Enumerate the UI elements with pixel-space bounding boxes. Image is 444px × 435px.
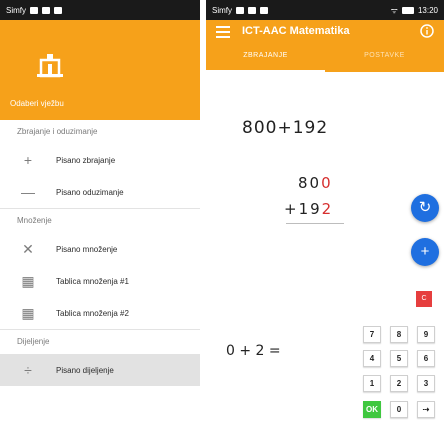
clear-button[interactable]: C (416, 291, 432, 307)
drawer-item-times-table-1[interactable]: ▦ Tablica množenja #1 (0, 265, 200, 297)
drawer-item-written-division[interactable]: ÷ Pisano dijeljenje (0, 354, 200, 386)
tab-addition[interactable]: ZBRAJANJE (206, 42, 325, 72)
key-8[interactable]: 8 (390, 326, 408, 343)
exercise-screen: Simfy ᯤ 13:20 ICT-AAC Matematika ZBRAJAN… (206, 0, 444, 435)
addend-second: +192 (284, 200, 333, 218)
divide-icon: ÷ (24, 362, 32, 378)
plus-icon: + (23, 152, 33, 168)
next-key-arrow-icon[interactable]: ⇢ (417, 401, 435, 418)
drawer-item-label: Pisano množenje (56, 244, 118, 254)
carrier-label: Simfy (6, 5, 26, 15)
tab-settings[interactable]: POSTAVKE (325, 42, 444, 72)
drawer-item-written-multiplication[interactable]: ✕ Pisano množenje (0, 233, 200, 265)
key-1[interactable]: 1 (363, 375, 381, 392)
drawer-section-multiplication: Množenje ✕ Pisano množenje ▦ Tablica mno… (0, 209, 200, 330)
key-9[interactable]: 9 (417, 326, 435, 343)
highlighted-digit: 2 (321, 200, 334, 218)
notification-icon (236, 6, 244, 14)
key-7[interactable]: 7 (363, 326, 381, 343)
section-heading: Zbrajanje i oduzimanje (17, 127, 98, 136)
key-0[interactable]: 0 (390, 401, 408, 418)
info-icon[interactable] (420, 24, 434, 38)
notification-icon (42, 6, 50, 14)
hamburger-menu-icon[interactable] (216, 26, 230, 38)
refresh-button[interactable]: ↻ (411, 194, 439, 222)
drawer-item-written-subtraction[interactable]: — Pisano oduzimanje (0, 176, 200, 208)
addend-first: 800 (298, 174, 333, 192)
drawer-item-label: Tablica množenja #2 (56, 308, 129, 318)
ok-button[interactable]: OK (363, 401, 381, 418)
highlighted-digit: 0 (321, 174, 333, 192)
drawer-title: Odaberi vježbu (10, 99, 64, 108)
section-heading: Dijeljenje (17, 337, 50, 346)
addend-digits: +19 (284, 200, 322, 218)
clock: 13:20 (417, 5, 438, 15)
key-3[interactable]: 3 (417, 375, 435, 392)
drawer-item-label: Pisano oduzimanje (56, 187, 124, 197)
times-icon: ✕ (22, 241, 34, 257)
carrier-label: Simfy (212, 5, 232, 15)
key-2[interactable]: 2 (390, 375, 408, 392)
drawer-item-label: Tablica množenja #1 (56, 276, 129, 286)
drawer-section-division: Dijeljenje ÷ Pisano dijeljenje (0, 330, 200, 386)
table-icon: ▦ (21, 305, 35, 321)
key-5[interactable]: 5 (390, 350, 408, 367)
addend-digits: 80 (298, 174, 322, 192)
notification-icon (54, 6, 62, 14)
notification-icon (30, 6, 38, 14)
drawer-item-times-table-2[interactable]: ▦ Tablica množenja #2 (0, 297, 200, 329)
drawer-item-label: Pisano dijeljenje (56, 365, 114, 375)
drawer-item-written-addition[interactable]: + Pisano zbrajanje (0, 144, 200, 176)
key-4[interactable]: 4 (363, 350, 381, 367)
tab-bar: ZBRAJANJE POSTAVKE (206, 42, 444, 72)
sum-divider-line (286, 223, 344, 224)
table-icon: ▦ (21, 273, 35, 289)
app-title: ICT-AAC Matematika (242, 25, 350, 37)
key-6[interactable]: 6 (417, 350, 435, 367)
app-bar: ICT-AAC Matematika ZBRAJANJE POSTAVKE (206, 20, 444, 72)
notification-icon (260, 6, 268, 14)
add-button[interactable]: + (411, 238, 439, 266)
section-heading: Množenje (17, 216, 52, 225)
drawer-section-addition: Zbrajanje i oduzimanje + Pisano zbrajanj… (0, 120, 200, 209)
partial-sum-prompt: 0 + 2 = (226, 343, 281, 359)
exercise-expression: 800+192 (242, 118, 329, 138)
minus-icon: — (21, 184, 35, 200)
drawer-header: Odaberi vježbu (0, 20, 200, 120)
wifi-icon: ᯤ (390, 5, 398, 15)
status-bar: Simfy ᯤ 13:20 (206, 0, 444, 20)
app-logo-icon (37, 54, 63, 78)
navigation-drawer-screen: Simfy Odaberi vježbu Zbrajanje i oduzima… (0, 0, 200, 435)
drawer-item-label: Pisano zbrajanje (56, 155, 116, 165)
battery-icon (401, 6, 414, 14)
status-bar: Simfy (0, 0, 200, 20)
notification-icon (248, 6, 256, 14)
